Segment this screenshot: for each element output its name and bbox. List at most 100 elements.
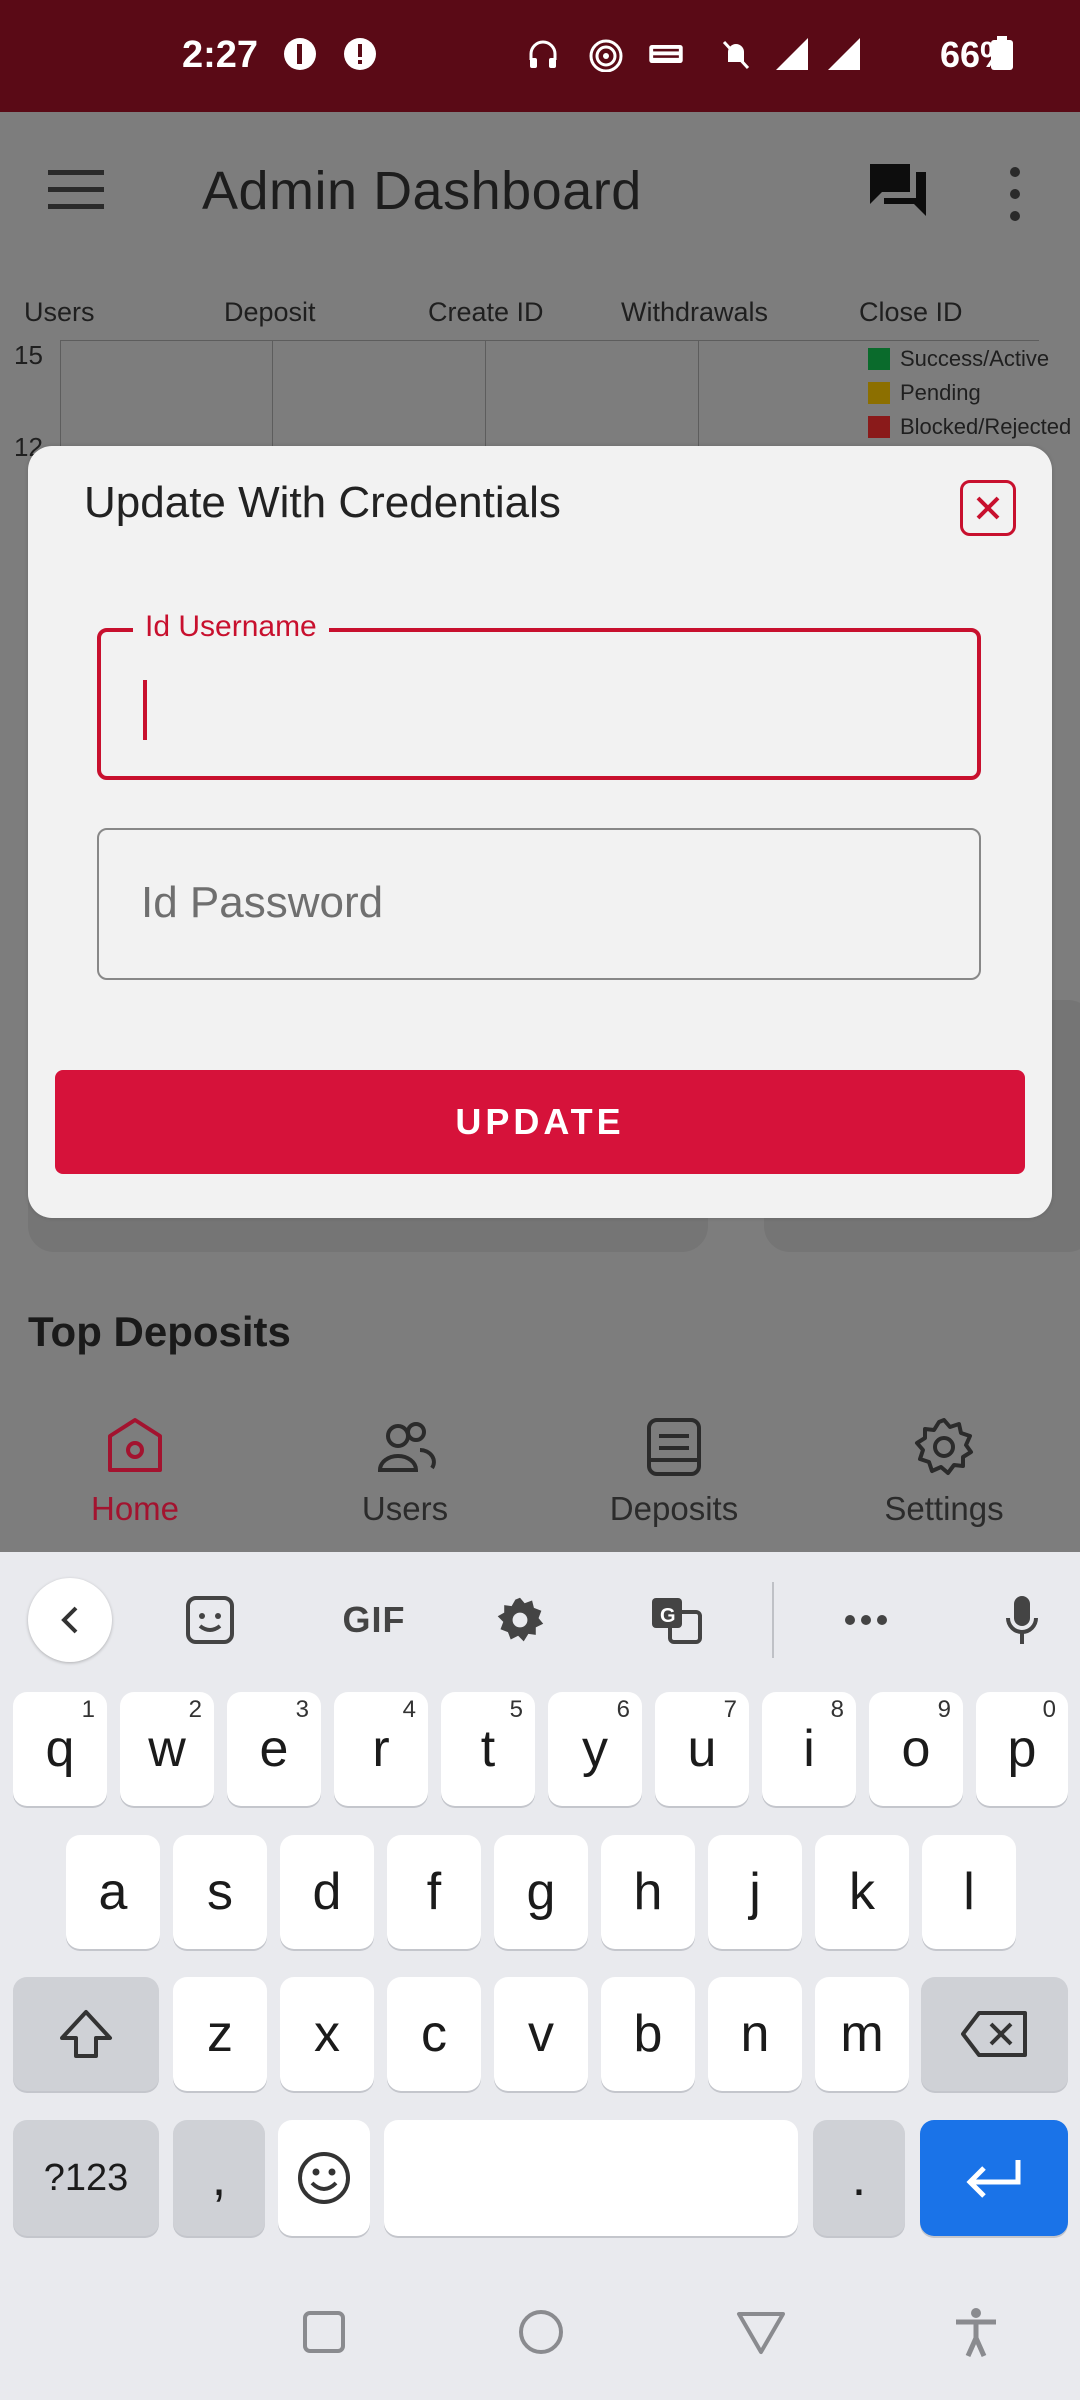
keyboard — [0, 1552, 1080, 2400]
key-u[interactable]: u7 — [655, 1692, 749, 1806]
svg-text:G: G — [660, 1605, 676, 1627]
key-e[interactable]: e3 — [227, 1692, 321, 1806]
key-v[interactable]: v — [494, 1977, 588, 2091]
key-m[interactable]: m — [815, 1977, 909, 2091]
close-button[interactable] — [960, 480, 1016, 536]
key-hint: 9 — [937, 1696, 951, 1723]
gif-button[interactable]: GIF — [324, 1578, 424, 1662]
key-c[interactable]: c — [387, 1977, 481, 2091]
translate-icon: G — [652, 1598, 702, 1644]
key-y[interactable]: y6 — [548, 1692, 642, 1806]
gear-icon — [497, 1597, 544, 1642]
key-n[interactable]: n — [708, 1977, 802, 2091]
key-q[interactable]: q1 — [13, 1692, 107, 1806]
nav-deposits[interactable]: Deposits — [574, 1416, 774, 1528]
mute-bell-icon — [718, 36, 754, 72]
tab-create-id[interactable]: Create ID — [428, 297, 544, 328]
backspace-icon — [960, 2011, 1027, 2057]
key-s[interactable]: s — [173, 1835, 267, 1949]
key-hint: 4 — [402, 1696, 416, 1723]
keyboard-back-button[interactable] — [28, 1578, 112, 1662]
key-hint: 0 — [1042, 1696, 1056, 1723]
hotspot-icon — [588, 36, 624, 73]
comma-key[interactable]: , — [173, 2120, 265, 2236]
back-button[interactable] — [733, 2304, 789, 2360]
key-i[interactable]: i8 — [762, 1692, 856, 1806]
voice-input-button[interactable] — [980, 1578, 1064, 1662]
page-title: Admin Dashboard — [202, 161, 642, 221]
nav-settings[interactable]: Settings — [844, 1416, 1044, 1528]
key-d[interactable]: d — [280, 1835, 374, 1949]
legend-swatch — [868, 348, 890, 370]
home-button[interactable] — [513, 2304, 569, 2360]
nav-label: Deposits — [609, 1490, 739, 1527]
more-options-icon[interactable] — [1000, 164, 1030, 224]
tab-deposit[interactable]: Deposit — [224, 297, 316, 328]
alert-icon — [342, 36, 378, 72]
menu-icon[interactable] — [48, 168, 104, 212]
symbols-key[interactable]: ?123 — [13, 2120, 159, 2236]
key-r[interactable]: r4 — [334, 1692, 428, 1806]
sticker-button[interactable] — [168, 1578, 252, 1662]
chart-gridline — [272, 340, 273, 460]
period-key[interactable]: . — [813, 2120, 905, 2236]
backspace-key[interactable] — [921, 1977, 1068, 2091]
settings-icon — [913, 1416, 975, 1478]
key-p[interactable]: p0 — [976, 1692, 1068, 1806]
accessibility-button[interactable] — [948, 2304, 1004, 2360]
password-field[interactable]: Id Password — [97, 828, 981, 980]
more-horizontal-icon — [845, 1615, 887, 1625]
text-cursor — [143, 680, 147, 740]
tab-users[interactable]: Users — [24, 297, 95, 328]
key-j[interactable]: j — [708, 1835, 802, 1949]
username-field[interactable]: Id Username — [97, 610, 981, 780]
translate-button[interactable]: G — [634, 1578, 718, 1662]
nav-label: Settings — [884, 1490, 1004, 1527]
section-title-top-deposits: Top Deposits — [28, 1308, 291, 1355]
key-label: t — [480, 1720, 496, 1778]
key-a[interactable]: a — [66, 1835, 160, 1949]
enter-key[interactable] — [920, 2120, 1068, 2236]
app-bar: Admin Dashboard — [0, 112, 1080, 274]
keyboard-settings-button[interactable] — [478, 1578, 562, 1662]
key-k[interactable]: k — [815, 1835, 909, 1949]
key-g[interactable]: g — [494, 1835, 588, 1949]
nav-users[interactable]: Users — [305, 1416, 505, 1528]
key-z[interactable]: z — [173, 1977, 267, 2091]
shift-key[interactable] — [13, 1977, 159, 2091]
recent-apps-button[interactable] — [296, 2304, 352, 2360]
key-hint: 7 — [723, 1696, 737, 1723]
square-icon — [303, 2311, 345, 2353]
update-button[interactable]: UPDATE — [55, 1070, 1025, 1174]
key-label: q — [45, 1720, 75, 1778]
tab-close-id[interactable]: Close ID — [859, 297, 963, 328]
nav-home[interactable]: Home — [35, 1416, 235, 1528]
password-placeholder: Id Password — [141, 878, 384, 927]
update-credentials-dialog: Update With Credentials Id Username Id P… — [28, 446, 1052, 1218]
emoji-key[interactable] — [278, 2120, 370, 2236]
tab-withdrawals[interactable]: Withdrawals — [621, 297, 768, 328]
legend-label: Success/Active — [900, 346, 1050, 371]
key-w[interactable]: w2 — [120, 1692, 214, 1806]
shift-icon — [60, 2010, 112, 2058]
space-key[interactable] — [384, 2120, 798, 2236]
key-f[interactable]: f — [387, 1835, 481, 1949]
deposits-icon — [643, 1416, 705, 1478]
key-label: w — [148, 1720, 186, 1778]
key-label: p — [1007, 1720, 1037, 1778]
key-h[interactable]: h — [601, 1835, 695, 1949]
key-t[interactable]: t5 — [441, 1692, 535, 1806]
key-x[interactable]: x — [280, 1977, 374, 2091]
more-tools-button[interactable] — [824, 1578, 908, 1662]
app-notification-icon — [282, 36, 318, 72]
close-icon — [976, 496, 1000, 520]
key-b[interactable]: b — [601, 1977, 695, 2091]
key-label: i — [803, 1720, 815, 1778]
chart-gridline — [698, 340, 699, 460]
chat-icon[interactable] — [866, 158, 930, 222]
battery-icon — [984, 36, 1013, 72]
enter-icon — [966, 2160, 1021, 2198]
key-o[interactable]: o9 — [869, 1692, 963, 1806]
key-l[interactable]: l — [922, 1835, 1016, 1949]
nav-label: Users — [361, 1490, 449, 1527]
